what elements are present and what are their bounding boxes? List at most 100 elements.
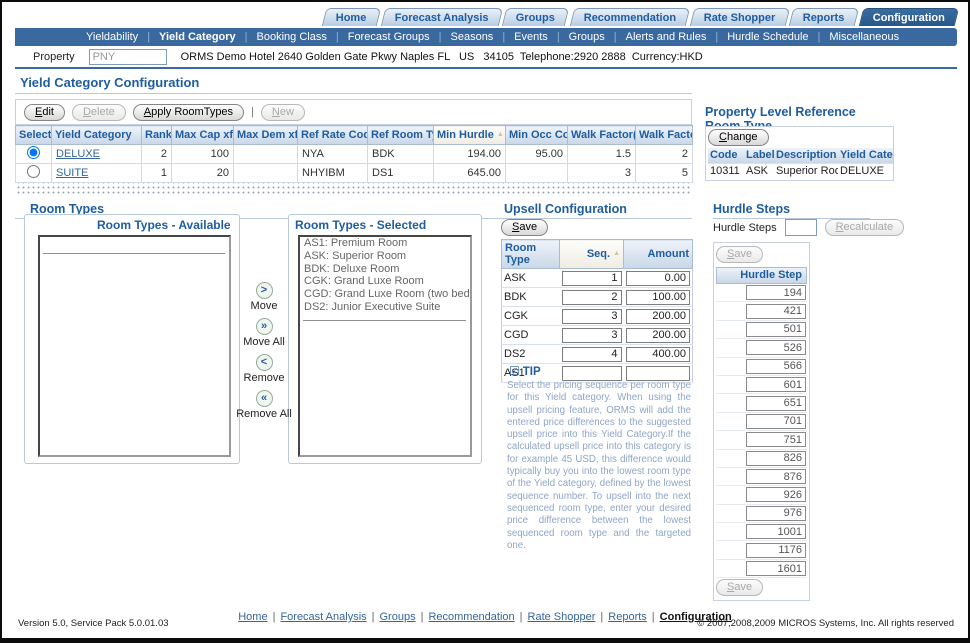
list-item[interactable]: BDK: Deluxe Room	[300, 263, 470, 276]
nav-item-seasons[interactable]: Seasons	[451, 31, 494, 43]
column-header-max-cap-xfer[interactable]: Max Cap xfer	[172, 126, 234, 145]
nav-item-yield-category[interactable]: Yield Category	[159, 31, 236, 43]
hurdle-save-button-top[interactable]: Save	[716, 246, 763, 263]
delete-button[interactable]: Delete	[72, 104, 126, 121]
upsell-column-header-seq[interactable]: Seq.	[560, 240, 624, 269]
column-header-rank[interactable]: Rank	[142, 126, 172, 145]
move-all-button[interactable]: »	[256, 318, 273, 335]
column-header-min-hurdle[interactable]: Min Hurdle	[434, 126, 506, 145]
nav-item-forecast-groups[interactable]: Forecast Groups	[348, 31, 430, 43]
remove-button[interactable]: <	[256, 354, 273, 371]
upsell-amount-input[interactable]	[626, 366, 691, 381]
new-button[interactable]: New	[261, 104, 305, 121]
hurdle-step-input[interactable]	[746, 524, 806, 539]
cell-max_dem_xfer	[234, 145, 298, 164]
footer-link-forecast-analysis[interactable]: Forecast Analysis	[280, 611, 366, 623]
upsell-seq-input[interactable]	[562, 271, 622, 286]
column-header-walk-factor-y[interactable]: Walk Factor(Y)	[636, 126, 693, 145]
nav-item-yieldability[interactable]: Yieldability	[86, 31, 138, 43]
nav-item-hurdle-schedule[interactable]: Hurdle Schedule	[727, 31, 808, 43]
hurdle-step-input[interactable]	[746, 377, 806, 392]
move-button[interactable]: >	[256, 282, 273, 299]
column-header-ref-room-type[interactable]: Ref Room Type	[368, 126, 434, 145]
upsell-header-row: Room TypeSeq.Amount	[502, 240, 693, 269]
edit-button[interactable]: Edit	[24, 104, 65, 121]
upsell-column-header-room-type[interactable]: Room Type	[502, 240, 560, 269]
nav-item-events[interactable]: Events	[514, 31, 548, 43]
hurdle-step-input[interactable]	[746, 322, 806, 337]
cell-max_cap_xfer: 20	[172, 164, 234, 183]
nav-item-booking-class[interactable]: Booking Class	[257, 31, 327, 43]
upsell-amount-input[interactable]	[626, 309, 691, 324]
ref-cell-label: ASK	[744, 163, 774, 178]
hurdle-step-input[interactable]	[746, 414, 806, 429]
hurdle-step-input[interactable]	[746, 340, 806, 355]
yield-category-link[interactable]: DELUXE	[56, 148, 100, 160]
list-item[interactable]: DS2: Junior Executive Suite	[300, 301, 470, 314]
list-item[interactable]: AS1: Premium Room	[300, 237, 470, 250]
hurdle-step-input[interactable]	[746, 432, 806, 447]
nav-item-miscellaneous[interactable]: Miscellaneous	[829, 31, 899, 43]
upsell-amount-input[interactable]	[626, 328, 691, 343]
nav-item-groups[interactable]: Groups	[569, 31, 605, 43]
remove-all-button[interactable]: «	[256, 390, 273, 407]
upsell-amount-input[interactable]	[626, 347, 691, 362]
footer-link-reports[interactable]: Reports	[608, 611, 647, 623]
hurdle-step-input[interactable]	[746, 506, 806, 521]
tab-rate-shopper[interactable]: Rate Shopper	[690, 8, 790, 26]
nav-item-alerts-and-rules[interactable]: Alerts and Rules	[626, 31, 707, 43]
footer-link-separator: |	[600, 611, 603, 623]
upsell-seq-input[interactable]	[562, 328, 622, 343]
upsell-seq-input[interactable]	[562, 347, 622, 362]
footer-link-recommendation[interactable]: Recommendation	[428, 611, 514, 623]
upsell-amount-input[interactable]	[626, 290, 691, 305]
column-header-walk-factor-ny[interactable]: Walk Factor(NY)	[568, 126, 636, 145]
row-select-radio[interactable]	[27, 146, 40, 159]
property-input[interactable]	[89, 49, 167, 65]
hurdle-step-input[interactable]	[746, 487, 806, 502]
upsell-seq-input[interactable]	[562, 366, 622, 381]
column-header-min-occ-cost[interactable]: Min Occ Cost	[506, 126, 568, 145]
column-header-ref-rate-code[interactable]: Ref Rate Code	[298, 126, 368, 145]
tab-recommendation[interactable]: Recommendation	[569, 8, 690, 26]
recalculate-button[interactable]: Recalculate	[825, 219, 905, 236]
hurdle-steps-input[interactable]	[785, 219, 817, 236]
room-types-selected-listbox[interactable]: AS1: Premium RoomASK: Superior RoomBDK: …	[298, 235, 472, 457]
tab-groups[interactable]: Groups	[502, 8, 570, 26]
tab-configuration[interactable]: Configuration	[859, 8, 960, 26]
tab-forecast-analysis[interactable]: Forecast Analysis	[380, 8, 502, 26]
upsell-seq-input[interactable]	[562, 290, 622, 305]
hurdle-save-button-bottom[interactable]: Save	[716, 579, 763, 596]
list-item[interactable]: ASK: Superior Room	[300, 250, 470, 263]
hurdle-step-input[interactable]	[746, 561, 806, 576]
column-header-yield-category[interactable]: Yield Category	[52, 126, 142, 145]
column-header-max-dem-xfer[interactable]: Max Dem xfer	[234, 126, 298, 145]
cell-walk_factor_y: 2	[636, 145, 693, 164]
upsell-amount-input[interactable]	[626, 271, 691, 286]
tab-reports[interactable]: Reports	[789, 8, 859, 26]
tab-home[interactable]: Home	[322, 8, 381, 26]
footer-link-rate-shopper[interactable]: Rate Shopper	[528, 611, 596, 623]
upsell-seq-input[interactable]	[562, 309, 622, 324]
list-item[interactable]: CGD: Grand Luxe Room (two beds)	[300, 288, 470, 301]
hurdle-step-input[interactable]	[746, 359, 806, 374]
apply-roomtypes-button[interactable]: Apply RoomTypes	[133, 104, 244, 121]
footer-link-home[interactable]: Home	[238, 611, 267, 623]
tab-label: Recommendation	[583, 12, 675, 24]
change-button[interactable]: Change	[708, 129, 769, 146]
hurdle-step-input[interactable]	[746, 304, 806, 319]
footer-link-groups[interactable]: Groups	[380, 611, 416, 623]
hurdle-step-input[interactable]	[746, 451, 806, 466]
room-types-available-listbox[interactable]	[38, 235, 231, 457]
hurdle-step-input[interactable]	[746, 285, 806, 300]
yield-category-toolbar: Edit Delete Apply RoomTypes | New	[15, 99, 692, 125]
list-item[interactable]: CGK: Grand Luxe Room	[300, 275, 470, 288]
upsell-column-header-amount[interactable]: Amount	[624, 240, 693, 269]
column-header-select[interactable]: Select	[16, 126, 52, 145]
hurdle-step-input[interactable]	[746, 469, 806, 484]
yield-category-link[interactable]: SUITE	[56, 167, 88, 179]
hurdle-step-input[interactable]	[746, 543, 806, 558]
row-select-radio[interactable]	[27, 165, 40, 178]
upsell-save-button[interactable]: Save	[501, 219, 548, 236]
hurdle-step-input[interactable]	[746, 396, 806, 411]
